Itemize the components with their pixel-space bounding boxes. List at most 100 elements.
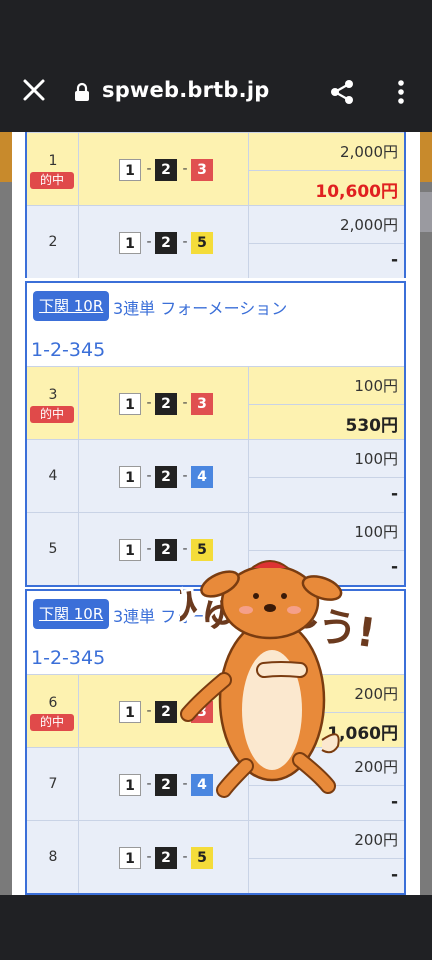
boat-number-box: 1 xyxy=(119,847,141,869)
separator: - xyxy=(146,161,152,177)
payout-amount: - xyxy=(390,865,398,885)
boat-number-box: 1 xyxy=(119,701,141,723)
boat-number-box: 2 xyxy=(155,232,177,254)
bet-type-label: 3連単 フォーメーション xyxy=(113,299,288,318)
boat-number-box: 2 xyxy=(155,393,177,415)
boat-number-box: 2 xyxy=(155,701,177,723)
boat-number-box: 1 xyxy=(119,466,141,488)
bet-number: 4 xyxy=(48,468,58,484)
bet-number-cell: 1 的中 xyxy=(27,133,79,205)
bet-row: 2 1-2-5 2,000円 - xyxy=(27,205,404,278)
divider xyxy=(249,170,404,171)
amount-cell: 100円 530円 xyxy=(249,367,404,439)
divider xyxy=(249,858,404,859)
boat-number-box: 3 xyxy=(191,159,213,181)
separator: - xyxy=(146,468,152,484)
combination-label: 1-2-345 xyxy=(31,647,106,669)
bet-number-cell: 3 的中 xyxy=(27,367,79,439)
bet-row: 4 1-2-4 100円 - xyxy=(27,439,404,512)
boat-number-box: 2 xyxy=(155,774,177,796)
combination-cell: 1-2-3 xyxy=(79,367,249,439)
bet-number: 3 xyxy=(48,387,58,403)
bet-number-cell: 7 xyxy=(27,748,79,820)
payout-amount: 10,600円 xyxy=(315,182,398,202)
boat-number-box: 5 xyxy=(191,847,213,869)
separator: - xyxy=(182,395,188,411)
separator: - xyxy=(146,703,152,719)
bet-number-cell: 4 xyxy=(27,440,79,512)
bet-row: 1 的中 1-2-3 2,000円 10,600円 xyxy=(27,132,404,205)
race-link-button[interactable]: 下関 10R xyxy=(33,599,110,629)
separator: - xyxy=(182,161,188,177)
boat-number-box: 1 xyxy=(119,774,141,796)
bet-row: 8 1-2-5 200円 - xyxy=(27,820,404,893)
bet-number: 1 xyxy=(48,153,58,169)
separator: - xyxy=(182,468,188,484)
boat-number-box: 1 xyxy=(119,539,141,561)
combination-cell: 1-2-4 xyxy=(79,440,249,512)
boat-number-box: 2 xyxy=(155,847,177,869)
bet-number-cell: 8 xyxy=(27,821,79,893)
url-domain[interactable]: spweb.brtb.jp xyxy=(102,78,269,102)
boat-number-box: 2 xyxy=(155,159,177,181)
amount-cell: 2,000円 10,600円 xyxy=(249,133,404,205)
bet-number-cell: 5 xyxy=(27,513,79,585)
web-content: 1 的中 1-2-3 2,000円 10,600円 2 1-2-5 2,000円 - 下関 10… xyxy=(0,132,432,895)
hit-badge: 的中 xyxy=(30,714,74,731)
hit-badge: 的中 xyxy=(30,172,74,189)
separator: - xyxy=(146,395,152,411)
boat-number-box: 1 xyxy=(119,232,141,254)
race-header: 下関 10R 3連単 フォーメーション 1-2-345 xyxy=(27,283,404,366)
combination-cell: 1-2-5 xyxy=(79,206,249,278)
browser-toolbar: spweb.brtb.jp xyxy=(0,52,432,132)
bet-amount: 200円 xyxy=(354,831,398,849)
bet-number: 6 xyxy=(48,695,58,711)
combination-label: 1-2-345 xyxy=(31,339,106,361)
boat-number-box: 1 xyxy=(119,393,141,415)
status-bar xyxy=(0,0,432,52)
separator: - xyxy=(146,541,152,557)
bet-number: 5 xyxy=(48,541,58,557)
bet-amount: 100円 xyxy=(354,450,398,468)
bet-group-card: 下関 10R 3連単 フォーメーション 1-2-345 3 的中 1-2-3 100円 530… xyxy=(25,281,406,587)
hit-badge: 的中 xyxy=(30,406,74,423)
bet-amount: 100円 xyxy=(354,523,398,541)
lock-icon xyxy=(75,82,89,101)
boat-number-box: 2 xyxy=(155,466,177,488)
navigation-bar xyxy=(0,895,432,960)
separator: - xyxy=(146,234,152,250)
deer-sticker-icon: ひゅ〜〜う! xyxy=(180,560,381,798)
bet-number: 7 xyxy=(48,776,58,792)
boat-number-box: 2 xyxy=(155,539,177,561)
boat-number-box: 1 xyxy=(119,159,141,181)
separator: - xyxy=(182,234,188,250)
bet-number-cell: 2 xyxy=(27,206,79,278)
payout-amount: 530円 xyxy=(345,416,399,436)
race-link-button[interactable]: 下関 10R xyxy=(33,291,110,321)
bet-group-card: 1 的中 1-2-3 2,000円 10,600円 2 1-2-5 2,000円 - xyxy=(25,132,406,278)
combination-cell: 1-2-3 xyxy=(79,133,249,205)
bet-row: 3 的中 1-2-3 100円 530円 xyxy=(27,366,404,439)
bet-number: 2 xyxy=(48,234,58,250)
separator: - xyxy=(146,776,152,792)
separator: - xyxy=(182,849,188,865)
close-icon[interactable] xyxy=(20,76,48,104)
divider xyxy=(249,477,404,478)
bet-amount: 2,000円 xyxy=(340,143,398,161)
boat-number-box: 4 xyxy=(191,466,213,488)
bet-number: 8 xyxy=(48,849,58,865)
divider xyxy=(249,404,404,405)
boat-number-box: 3 xyxy=(191,393,213,415)
share-icon[interactable] xyxy=(328,78,356,106)
bet-amount: 100円 xyxy=(354,377,398,395)
amount-cell: 200円 - xyxy=(249,821,404,893)
boat-number-box: 5 xyxy=(191,232,213,254)
bet-number-cell: 6 的中 xyxy=(27,675,79,747)
amount-cell: 100円 - xyxy=(249,440,404,512)
separator: - xyxy=(146,849,152,865)
bet-amount: 2,000円 xyxy=(340,216,398,234)
more-vert-icon[interactable] xyxy=(394,78,408,106)
payout-amount: - xyxy=(390,250,398,270)
combination-cell: 1-2-5 xyxy=(79,821,249,893)
payout-amount: - xyxy=(390,484,398,504)
